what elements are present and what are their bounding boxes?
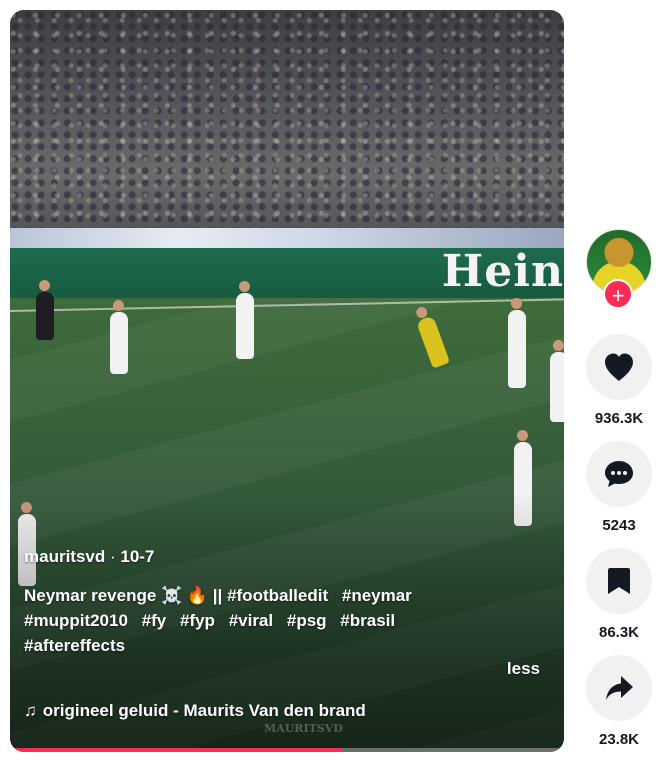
author-line: mauritsvd · 10-7: [24, 547, 154, 567]
share-button[interactable]: [586, 655, 652, 721]
player-figure: [110, 300, 128, 374]
hashtag[interactable]: #viral: [229, 611, 273, 630]
watermark: MAURITSVD: [264, 722, 343, 735]
advertising-board-text: Hein: [441, 246, 564, 297]
plus-icon[interactable]: +: [603, 279, 633, 309]
player-figure: [508, 298, 526, 388]
music-note-icon: ♫: [24, 701, 37, 720]
comment-bubble-icon: [605, 461, 633, 487]
music-title: origineel geluid - Maurits Van den brand: [42, 701, 366, 720]
video-player[interactable]: Hein mauritsvd · 10-7 Neymar revenge ☠️ …: [10, 10, 564, 752]
stadium-crowd: [10, 10, 564, 245]
hashtag[interactable]: #neymar: [342, 586, 412, 605]
video-caption: Neymar revenge ☠️ 🔥 || #footballedit #ne…: [24, 583, 544, 658]
share-count: 23.8K: [598, 731, 640, 748]
save-count: 86.3K: [598, 624, 640, 641]
player-figure: [236, 281, 254, 359]
hashtag[interactable]: #fy: [142, 611, 167, 630]
bookmark-icon: [608, 568, 630, 594]
player-figure: [36, 280, 54, 340]
like-button[interactable]: [586, 334, 652, 400]
music-link[interactable]: ♫ origineel geluid - Maurits Van den bran…: [24, 701, 366, 721]
hashtag[interactable]: #fyp: [180, 611, 215, 630]
progress-bar-fill: [10, 748, 343, 752]
share-arrow-icon: [606, 676, 633, 700]
separator: ·: [105, 547, 121, 566]
player-figure: [550, 340, 564, 422]
hashtag[interactable]: #brasil: [340, 611, 395, 630]
hashtag[interactable]: #footballedit: [227, 586, 328, 605]
heart-icon: [605, 353, 633, 381]
hashtag[interactable]: #psg: [287, 611, 327, 630]
comment-button[interactable]: [586, 441, 652, 507]
like-count: 936.3K: [594, 410, 644, 427]
hashtag[interactable]: #muppit2010: [24, 611, 128, 630]
author-name[interactable]: mauritsvd: [24, 547, 105, 566]
save-button[interactable]: [586, 548, 652, 614]
hashtag[interactable]: #aftereffects: [24, 636, 125, 655]
less-button[interactable]: less: [507, 659, 540, 679]
caption-text: Neymar revenge ☠️ 🔥 ||: [24, 586, 223, 605]
progress-bar[interactable]: [10, 748, 564, 752]
post-date: 10-7: [120, 547, 155, 566]
comment-count: 5243: [602, 517, 636, 534]
